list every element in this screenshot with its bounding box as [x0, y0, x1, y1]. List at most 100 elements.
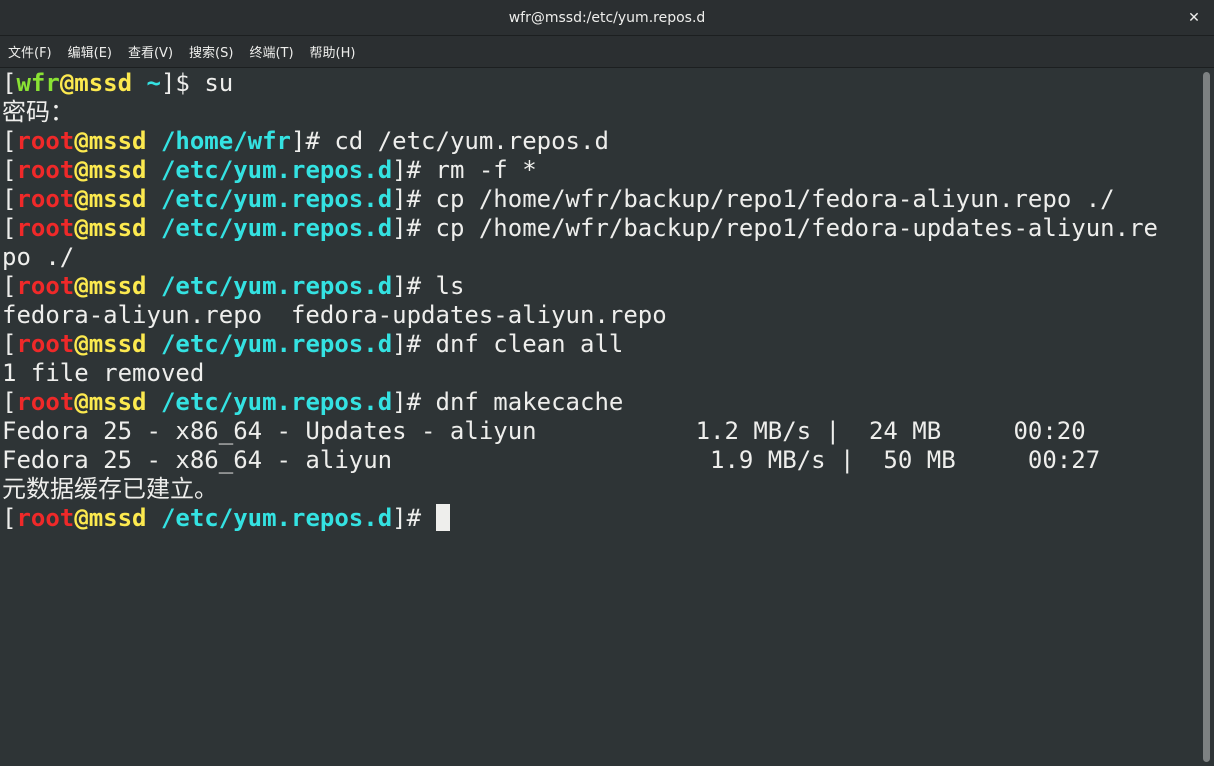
command-text: dnf makecache [435, 388, 624, 416]
prompt-symbol: # [406, 214, 422, 242]
prompt-symbol: # [406, 388, 422, 416]
prompt-host: mssd [88, 127, 147, 155]
prompt-bracket-open: [ [2, 185, 17, 213]
prompt-at: @ [74, 214, 89, 242]
prompt-user: root [16, 185, 75, 213]
prompt-bracket-close: ] [392, 272, 407, 300]
prompt-at: @ [74, 330, 89, 358]
prompt-host: mssd [88, 214, 147, 242]
prompt-line: [root@mssd /home/wfr]# cd /etc/yum.repos… [2, 127, 609, 156]
menu-edit[interactable]: 编辑(E) [62, 38, 118, 65]
window-title: wfr@mssd:/etc/yum.repos.d [508, 10, 706, 26]
prompt-symbol: # [406, 272, 422, 300]
title-bar[interactable]: wfr@mssd:/etc/yum.repos.d ✕ [0, 0, 1214, 36]
menu-bar: 文件(F) 编辑(E) 查看(V) 搜索(S) 终端(T) 帮助(H) [0, 36, 1214, 68]
prompt-line: [wfr@mssd ~]$ su [2, 69, 233, 98]
prompt-symbol: # [406, 185, 422, 213]
prompt-at: @ [59, 69, 75, 97]
prompt-path: /etc/yum.repos.d [160, 330, 393, 358]
command-text: cp /home/wfr/backup/repo1/fedora-aliyun.… [435, 185, 1115, 213]
scrollbar-thumb[interactable] [1203, 72, 1210, 762]
prompt-host: mssd [88, 272, 147, 300]
prompt-path: /etc/yum.repos.d [160, 156, 393, 184]
output-line: 元数据缓存已建立。 [2, 475, 218, 503]
command-text: su [204, 69, 234, 97]
prompt-user: root [16, 214, 75, 242]
command-text: cd /etc/yum.repos.d [334, 127, 609, 155]
prompt-bracket-open: [ [2, 214, 17, 242]
output-line: po ./ [2, 243, 75, 271]
prompt-at: @ [74, 127, 89, 155]
prompt-bracket-close: ] [392, 504, 407, 532]
prompt-bracket-open: [ [2, 156, 17, 184]
scrollbar[interactable] [1200, 68, 1214, 766]
prompt-at: @ [74, 272, 89, 300]
prompt-host: mssd [88, 504, 147, 532]
prompt-bracket-close: ] [291, 127, 306, 155]
command-text: cp /home/wfr/backup/repo1/fedora-updates… [435, 214, 1158, 242]
prompt-bracket-close: ] [392, 156, 407, 184]
prompt-path: /etc/yum.repos.d [160, 214, 393, 242]
output-line: 密码： [2, 98, 74, 126]
prompt-bracket-open: [ [2, 330, 17, 358]
prompt-bracket-open: [ [2, 127, 17, 155]
menu-file[interactable]: 文件(F) [2, 38, 58, 65]
prompt-line: [root@mssd /etc/yum.repos.d]# ls [2, 272, 464, 301]
prompt-host: mssd [88, 388, 147, 416]
output-line: Fedora 25 - x86_64 - Updates - aliyun 1.… [2, 417, 1086, 445]
prompt-path: /etc/yum.repos.d [160, 272, 393, 300]
prompt-bracket-close: ] [392, 214, 407, 242]
prompt-bracket-close: ] [392, 330, 407, 358]
prompt-bracket-open: [ [2, 504, 17, 532]
prompt-at: @ [74, 504, 89, 532]
command-text: dnf clean all [435, 330, 624, 358]
prompt-line: [root@mssd /etc/yum.repos.d]# rm -f * [2, 156, 537, 185]
prompt-user: root [16, 156, 75, 184]
prompt-symbol: # [406, 504, 422, 532]
prompt-user: root [16, 388, 75, 416]
menu-search[interactable]: 搜索(S) [183, 38, 239, 65]
prompt-path: /etc/yum.repos.d [160, 504, 393, 532]
prompt-bracket-close: ] [392, 185, 407, 213]
prompt-bracket-open: [ [2, 69, 17, 97]
prompt-bracket-close: ] [392, 388, 407, 416]
prompt-bracket-open: [ [2, 272, 17, 300]
prompt-line: [root@mssd /etc/yum.repos.d]# dnf makeca… [2, 388, 623, 417]
prompt-at: @ [74, 156, 89, 184]
output-line: fedora-aliyun.repo fedora-updates-aliyun… [2, 301, 667, 329]
prompt-path: ~ [146, 69, 161, 97]
prompt-at: @ [74, 388, 89, 416]
prompt-host: mssd [74, 69, 133, 97]
menu-terminal[interactable]: 终端(T) [243, 38, 299, 65]
terminal-output[interactable]: [wfr@mssd ~]$ su 密码： [root@mssd /home/wfr]… [0, 68, 1200, 766]
prompt-line: [root@mssd /etc/yum.repos.d]# [2, 504, 450, 533]
prompt-line: [root@mssd /etc/yum.repos.d]# cp /home/w… [2, 185, 1115, 214]
prompt-user: root [16, 127, 75, 155]
menu-view[interactable]: 查看(V) [122, 38, 179, 65]
terminal-window: wfr@mssd:/etc/yum.repos.d ✕ 文件(F) 编辑(E) … [0, 0, 1214, 766]
prompt-line: [root@mssd /etc/yum.repos.d]# cp /home/w… [2, 214, 1158, 243]
text-cursor [435, 504, 450, 531]
menu-help[interactable]: 帮助(H) [304, 38, 362, 65]
command-text: rm -f * [435, 156, 537, 184]
prompt-symbol: $ [175, 69, 190, 97]
prompt-line: [root@mssd /etc/yum.repos.d]# dnf clean … [2, 330, 623, 359]
prompt-user: wfr [16, 69, 60, 97]
prompt-bracket-close: ] [160, 69, 176, 97]
close-icon[interactable]: ✕ [1184, 8, 1204, 28]
output-line: Fedora 25 - x86_64 - aliyun 1.9 MB/s | 5… [2, 446, 1101, 474]
prompt-symbol: # [305, 127, 320, 155]
